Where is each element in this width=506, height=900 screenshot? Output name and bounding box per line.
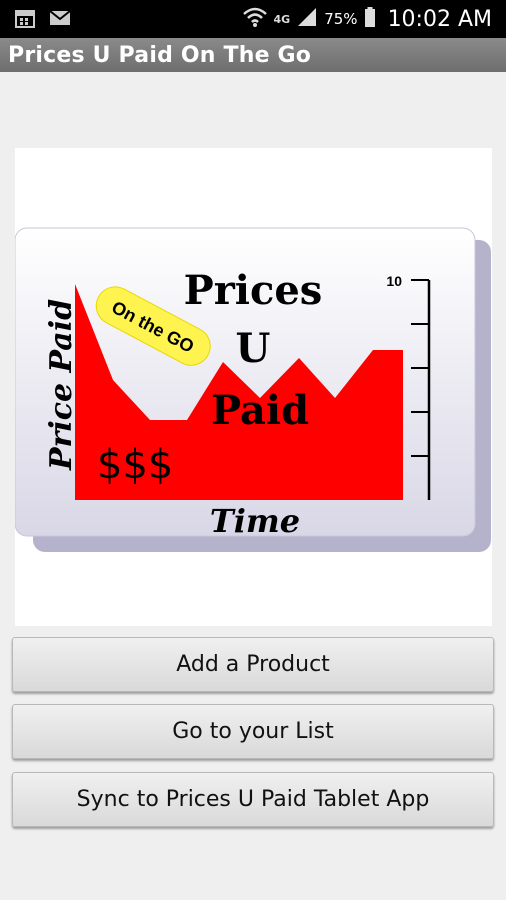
logo-panel: 10 Prices U Paid On the GO $$$ Price Pai… xyxy=(14,148,492,626)
logo-title-line3: Paid xyxy=(211,387,309,434)
wifi-icon xyxy=(242,6,268,33)
app-bar: Prices U Paid On The Go xyxy=(0,38,506,72)
status-bar: 4G 75% 10:02 AM xyxy=(0,0,506,38)
y-axis-label: Price Paid xyxy=(44,299,79,471)
clock: 10:02 AM xyxy=(387,6,492,32)
logo-title-line1: Prices xyxy=(184,267,323,314)
mail-icon xyxy=(48,7,72,34)
battery-percent: 75% xyxy=(324,10,358,28)
app-logo: 10 Prices U Paid On the GO $$$ Price Pai… xyxy=(14,227,491,552)
x-axis-label: Time xyxy=(210,502,300,540)
sync-tablet-button[interactable]: Sync to Prices U Paid Tablet App xyxy=(12,772,494,827)
battery-icon xyxy=(364,6,376,33)
signal-icon xyxy=(296,6,318,33)
add-product-button[interactable]: Add a Product xyxy=(12,637,494,692)
scale-max-label: 10 xyxy=(386,273,402,289)
go-to-list-button[interactable]: Go to your List xyxy=(12,704,494,759)
network-type: 4G xyxy=(273,12,291,26)
currency-text: $$$ xyxy=(97,442,173,488)
app-title: Prices U Paid On The Go xyxy=(8,42,312,68)
logo-title-line2: U xyxy=(236,325,271,372)
calendar-icon xyxy=(14,7,36,34)
